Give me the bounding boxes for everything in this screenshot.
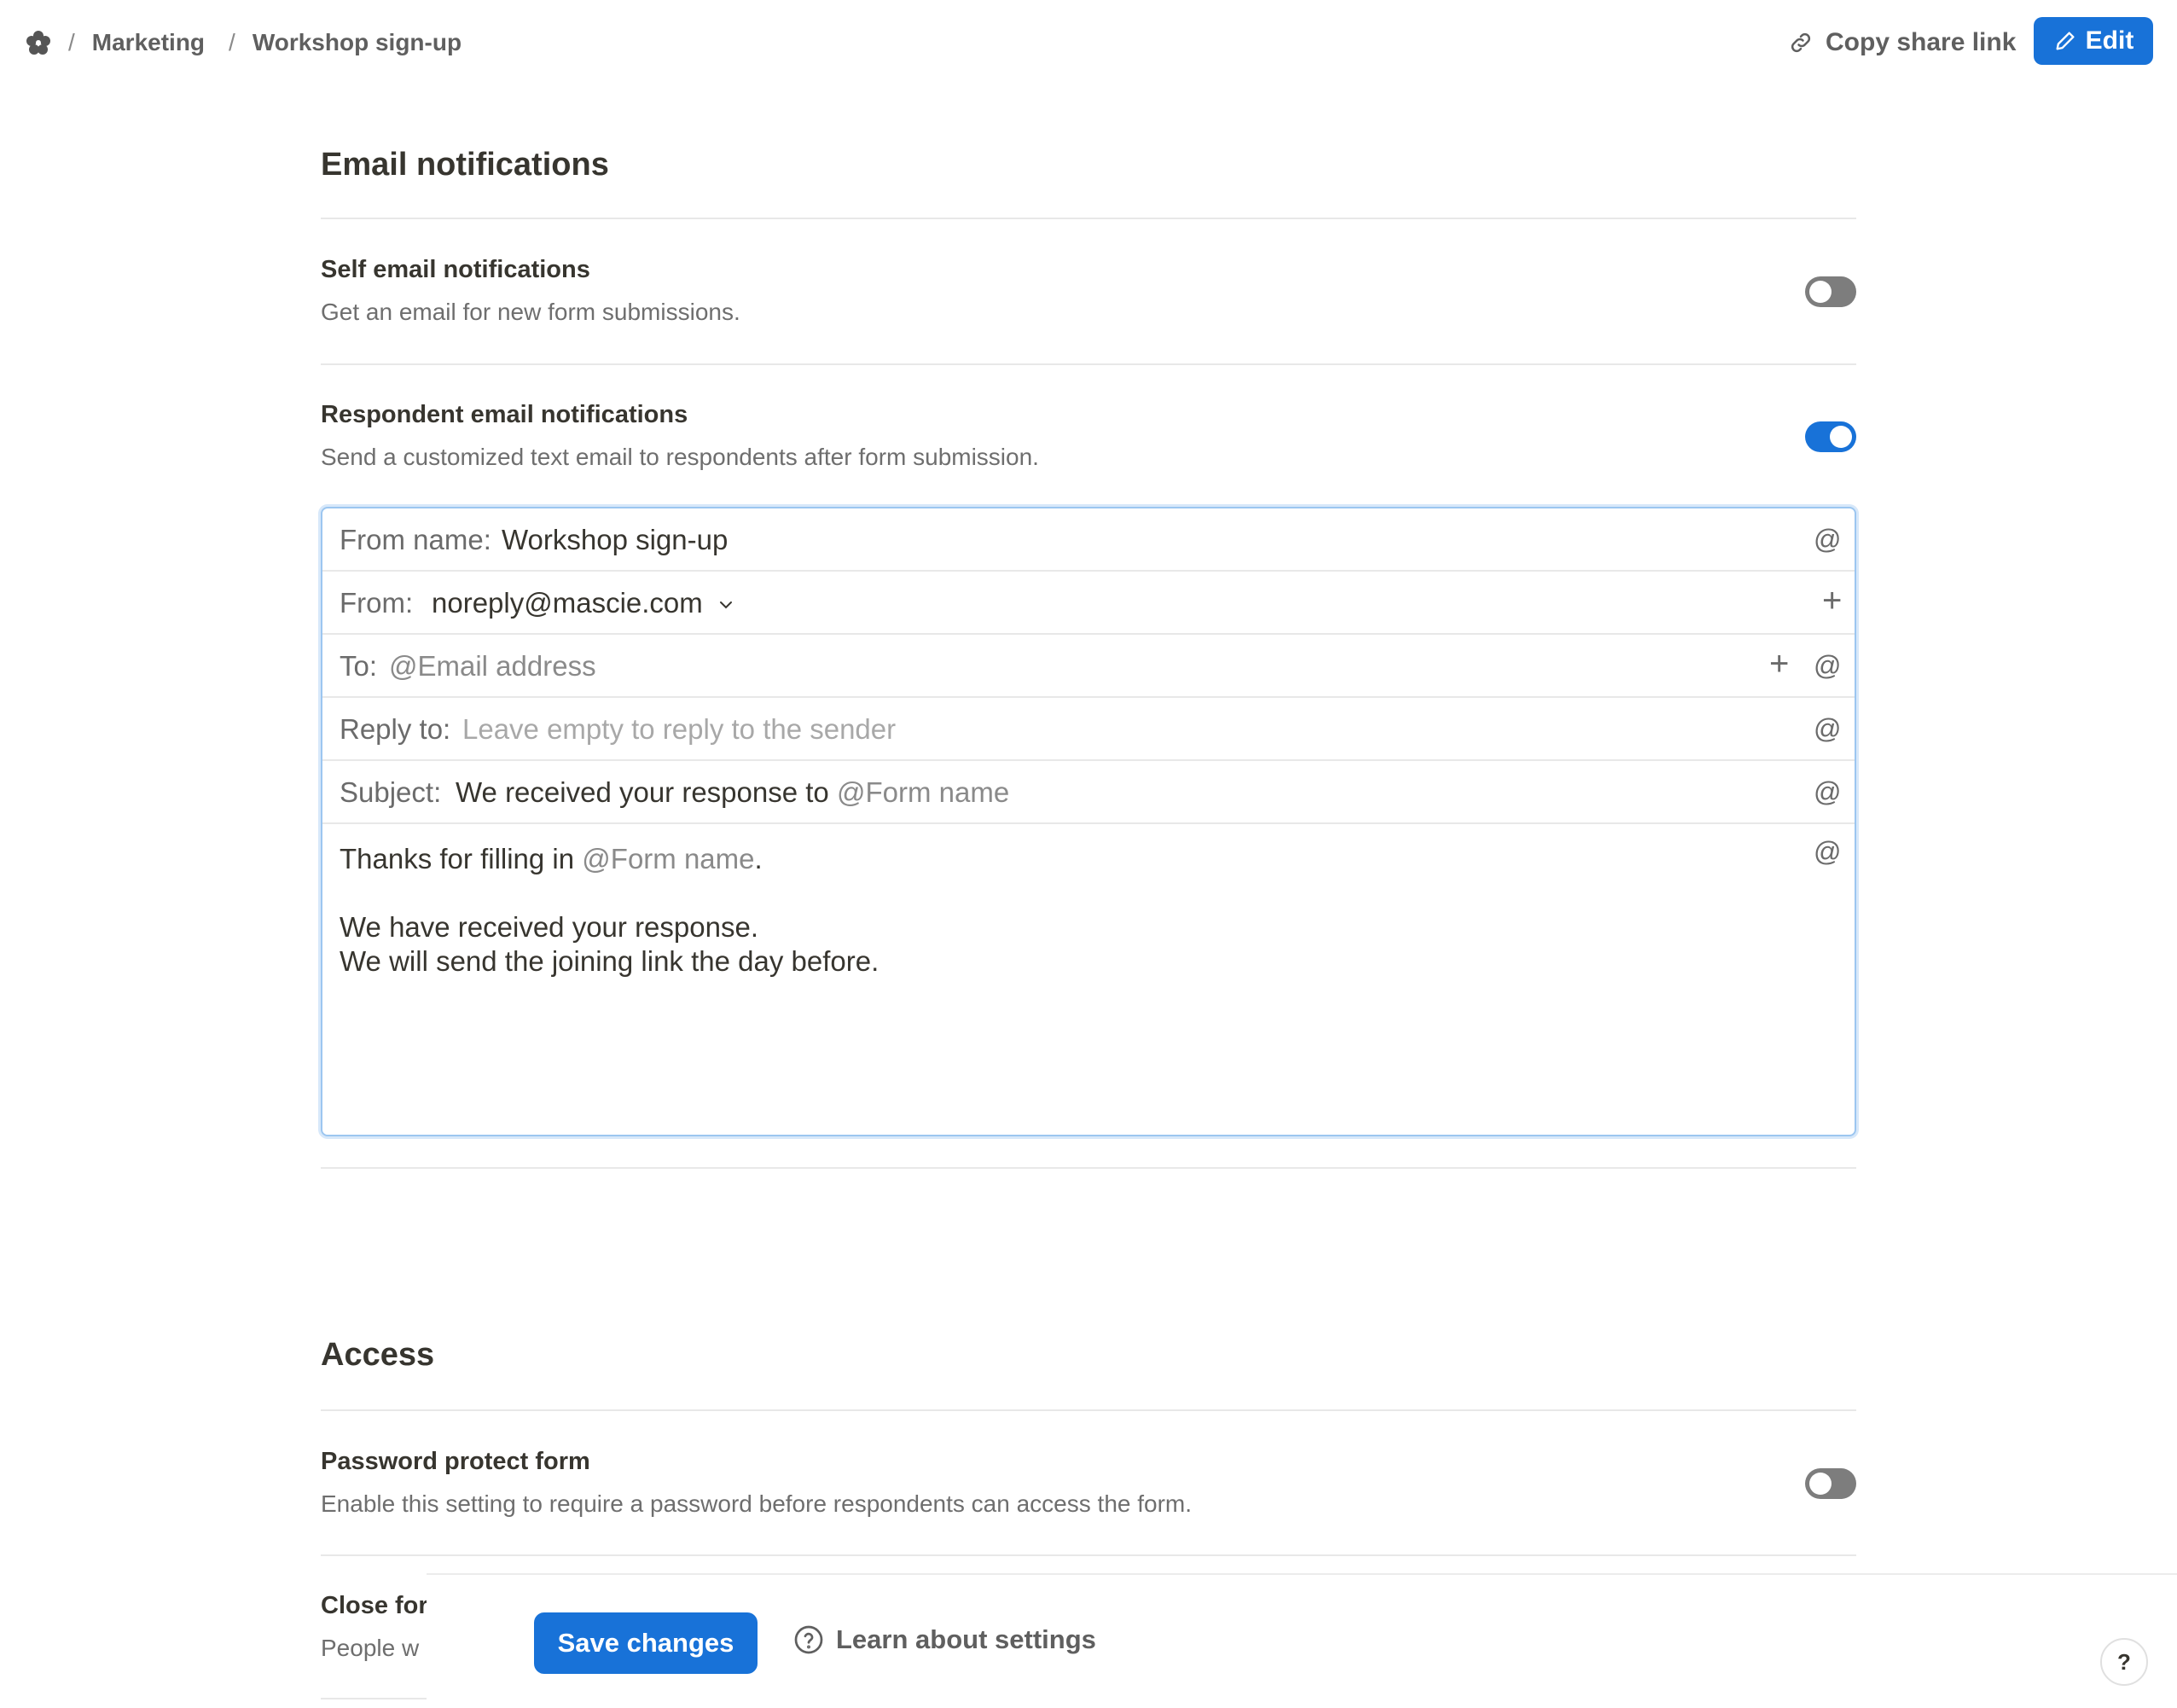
from-select[interactable]: noreply@mascie.com — [432, 587, 734, 619]
edit-label: Edit — [2085, 26, 2134, 55]
divider — [321, 218, 1856, 219]
breadcrumb-item-marketing[interactable]: Marketing — [92, 29, 205, 56]
toggle-knob — [1809, 1473, 1832, 1495]
respondent-email-toggle[interactable] — [1805, 421, 1856, 452]
pencil-icon — [2056, 32, 2075, 50]
password-protect-description: Enable this setting to require a passwor… — [321, 1490, 1193, 1517]
password-protect-toggle[interactable] — [1805, 1468, 1856, 1499]
learn-about-settings-link[interactable]: Learn about settings — [793, 1624, 1096, 1655]
body-line-1-text: Thanks for filling in — [340, 843, 575, 874]
from-name-value[interactable]: Workshop sign-up — [502, 524, 728, 556]
at-icon[interactable]: @ — [1814, 776, 1841, 808]
from-select-value: noreply@mascie.com — [432, 587, 703, 619]
at-icon[interactable]: @ — [1814, 713, 1841, 745]
divider — [321, 1698, 427, 1699]
edit-button[interactable]: Edit — [2034, 17, 2153, 65]
body-mention: @Form name — [582, 843, 755, 874]
email-body-editor[interactable]: Thanks for filling in @Form name. We hav… — [322, 824, 1855, 1135]
to-label: To: — [340, 650, 378, 682]
divider — [321, 1409, 1856, 1411]
subject-mention: @Form name — [836, 776, 1010, 808]
self-email-toggle[interactable] — [1805, 276, 1856, 307]
from-name-row[interactable]: From name: Workshop sign-up @ — [322, 508, 1855, 572]
help-button[interactable]: ? — [2100, 1638, 2148, 1686]
reply-to-placeholder[interactable]: Leave empty to reply to the sender — [462, 713, 896, 746]
link-icon — [1791, 32, 1811, 53]
email-notifications-heading: Email notifications — [321, 147, 609, 183]
to-row[interactable]: To: @Email address + @ — [322, 635, 1855, 698]
body-line-2: We have received your response. — [340, 911, 758, 943]
bottom-action-bar: Save changes Learn about settings — [427, 1573, 2177, 1708]
copy-share-link-label: Copy share link — [1826, 28, 2017, 56]
question-circle-icon — [794, 1625, 823, 1654]
from-label: From: — [340, 587, 414, 619]
chevron-down-icon — [719, 601, 732, 609]
save-changes-button[interactable]: Save changes — [534, 1612, 758, 1674]
from-name-label: From name: — [340, 524, 491, 555]
from-row[interactable]: From: noreply@mascie.com + — [322, 572, 1855, 635]
copy-share-link-button[interactable]: Copy share link — [1788, 24, 2016, 61]
subject-label: Subject: — [340, 776, 442, 808]
plus-icon[interactable]: + — [1822, 582, 1842, 620]
divider — [321, 1554, 1856, 1556]
breadcrumb-separator: / — [68, 29, 75, 55]
close-form-description: People w — [321, 1635, 420, 1661]
access-heading: Access — [321, 1337, 435, 1373]
body-line-1-end: . — [754, 843, 763, 874]
subject-text: We received your response to — [456, 776, 829, 808]
toggle-knob — [1830, 426, 1852, 448]
close-form-title: Close for — [321, 1592, 427, 1619]
breadcrumb: / Marketing / Workshop sign-up — [67, 26, 462, 60]
breadcrumb-item-form[interactable]: Workshop sign-up — [253, 29, 462, 56]
at-icon[interactable]: @ — [1814, 650, 1841, 682]
self-email-description: Get an email for new form submissions. — [321, 299, 740, 325]
respondent-email-description: Send a customized text email to responde… — [321, 444, 1039, 470]
at-icon[interactable]: @ — [1814, 836, 1841, 868]
subject-value[interactable]: We received your response to @Form name — [456, 776, 1009, 809]
plus-icon[interactable]: + — [1769, 645, 1789, 683]
reply-to-label: Reply to: — [340, 713, 451, 745]
logo-icon[interactable] — [24, 28, 53, 57]
at-icon[interactable]: @ — [1814, 524, 1841, 555]
password-protect-title: Password protect form — [321, 1448, 590, 1475]
self-email-title: Self email notifications — [321, 256, 590, 283]
breadcrumb-separator: / — [229, 29, 235, 55]
reply-to-row[interactable]: Reply to: Leave empty to reply to the se… — [322, 698, 1855, 761]
email-composer: From name: Workshop sign-up @ From: nore… — [321, 507, 1856, 1136]
subject-row[interactable]: Subject: We received your response to @F… — [322, 761, 1855, 824]
respondent-email-title: Respondent email notifications — [321, 401, 688, 428]
top-bar: / Marketing / Workshop sign-up Copy shar… — [0, 0, 2177, 85]
body-line-3: We will send the joining link the day be… — [340, 945, 880, 977]
learn-about-settings-label: Learn about settings — [836, 1624, 1096, 1654]
body-line-1: Thanks for filling in @Form name. — [340, 843, 763, 875]
divider — [321, 363, 1856, 365]
toggle-knob — [1809, 281, 1832, 303]
divider — [321, 1167, 1856, 1169]
to-mention[interactable]: @Email address — [389, 650, 596, 683]
